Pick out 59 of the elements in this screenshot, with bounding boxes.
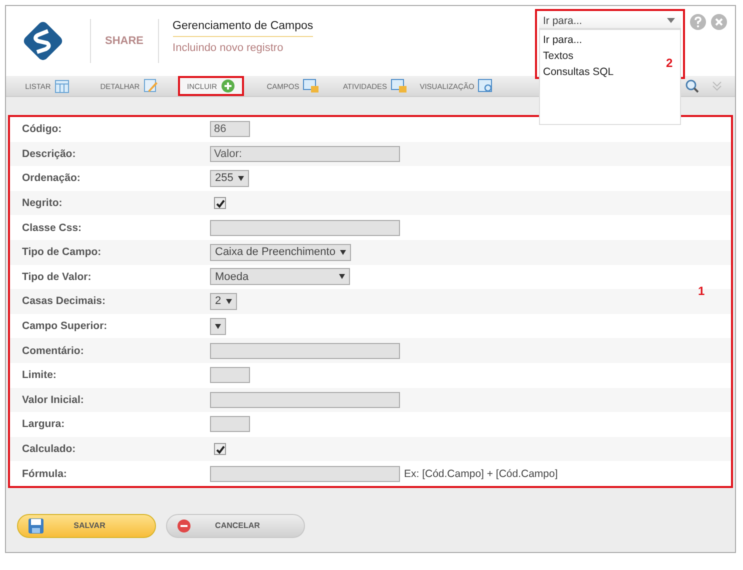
field-label: Tipo de Campo: <box>22 246 102 258</box>
field-label: Fórmula: <box>22 468 68 480</box>
caret-icon <box>238 176 244 181</box>
search-icon[interactable] <box>685 79 699 93</box>
caret-icon <box>667 18 675 23</box>
save-button[interactable]: SALVAR <box>17 514 156 538</box>
pencil-icon <box>144 79 158 93</box>
input-field[interactable] <box>210 392 400 408</box>
dropdown-option[interactable]: Consultas SQL <box>540 64 617 80</box>
help-icon[interactable] <box>690 14 706 30</box>
input-field[interactable] <box>210 367 250 384</box>
table-lock-icon <box>303 79 320 93</box>
add-icon <box>221 79 235 93</box>
field-label: Valor Inicial: <box>22 394 85 406</box>
page-title: Gerenciamento de Campos <box>172 20 314 37</box>
dropdown[interactable]: 2 <box>210 292 238 310</box>
close-icon[interactable] <box>711 14 727 30</box>
field-label: Limite: <box>22 369 58 382</box>
window-search-icon <box>478 79 494 93</box>
annotation-number: 1 <box>698 284 705 298</box>
table-icon <box>54 80 69 92</box>
input-field[interactable] <box>210 342 400 359</box>
brand-name: SHARE <box>105 35 144 47</box>
cancel-button[interactable]: CANCELAR <box>166 514 305 538</box>
field-label: Classe Css: <box>22 222 83 234</box>
dropdown[interactable]: Caixa de Preenchimento <box>210 244 352 261</box>
field-label: Negrito: <box>22 197 64 210</box>
caret-icon <box>215 324 221 329</box>
dropdown[interactable]: Moeda <box>210 268 350 286</box>
caret-icon <box>340 250 346 255</box>
checkbox[interactable] <box>214 197 226 210</box>
field-label: Tipo de Valor: <box>22 270 92 283</box>
field-label: Ordenação: <box>22 172 82 184</box>
checkbox[interactable] <box>214 443 226 456</box>
hint-text: Ex: [Cód.Campo] + [Cód.Campo] <box>404 468 558 480</box>
field-label: Casas Decimais: <box>22 295 106 308</box>
dropdown-option[interactable]: Ir para... <box>540 32 586 48</box>
dropdown[interactable]: 255 <box>210 170 250 187</box>
annotation-number: 2 <box>666 56 673 70</box>
field-label: Calculado: <box>22 443 77 456</box>
input-field[interactable]: 86 <box>210 121 250 138</box>
field-label: Campo Superior: <box>22 320 108 332</box>
field-label: Descrição: <box>22 148 77 160</box>
table-lock-icon <box>391 79 408 93</box>
field-label: Comentário: <box>22 344 85 357</box>
caret-icon <box>339 274 345 280</box>
caret-icon <box>226 298 232 304</box>
field-label: Largura: <box>22 418 66 430</box>
input-field[interactable] <box>210 416 250 432</box>
dropdown-option[interactable]: Textos <box>540 48 576 64</box>
dropdown[interactable] <box>210 318 226 335</box>
field-label: Código: <box>22 123 63 136</box>
input-field[interactable]: Valor: <box>210 146 400 162</box>
chevron-down-icon[interactable] <box>711 80 723 92</box>
goto-dropdown[interactable]: Ir para... <box>539 13 681 29</box>
input-field[interactable] <box>210 466 400 482</box>
input-field[interactable] <box>210 220 400 236</box>
minus-circle-icon <box>177 518 191 533</box>
page-subtitle: Incluindo novo registro <box>172 42 284 54</box>
